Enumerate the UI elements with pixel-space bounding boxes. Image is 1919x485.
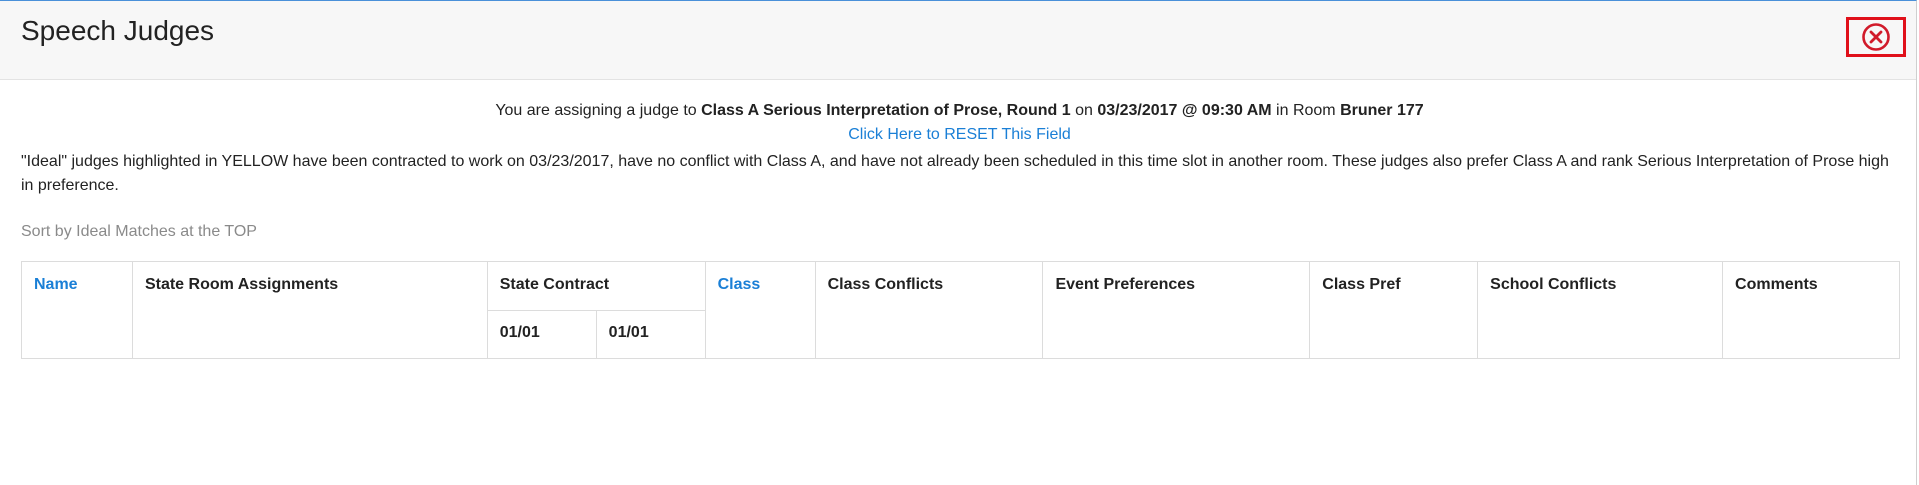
speech-judges-modal: Speech Judges You are assigning a judge … (0, 0, 1917, 485)
header-name[interactable]: Name (21, 261, 133, 359)
close-button[interactable] (1846, 17, 1906, 57)
header-state-room-assignments: State Room Assignments (131, 261, 488, 359)
header-state-contract: State Contract (486, 261, 706, 311)
header-class-conflicts: Class Conflicts (814, 261, 1044, 359)
close-circle-icon (1862, 23, 1890, 51)
assignment-info: You are assigning a judge to Class A Ser… (0, 102, 1919, 120)
assignment-on: on (1070, 102, 1098, 119)
table-header-row: Name State Room Assignments State Contra… (21, 261, 1900, 359)
modal-title: Speech Judges (21, 15, 215, 46)
assignment-room-label: in Room (1271, 102, 1341, 119)
header-event-preferences: Event Preferences (1042, 261, 1311, 359)
assignment-prefix: You are assigning a judge to (495, 102, 702, 119)
judges-table: Name State Room Assignments State Contra… (21, 261, 1900, 359)
header-contract-date: 01/01 (595, 310, 706, 359)
header-contract-date: 01/01 (486, 310, 597, 359)
header-class-pref: Class Pref (1309, 261, 1479, 359)
assignment-room: Bruner 177 (1340, 102, 1424, 119)
sort-ideal-link[interactable]: Sort by Ideal Matches at the TOP (21, 223, 257, 241)
modal-header: Speech Judges (0, 1, 1916, 80)
header-school-conflicts: School Conflicts (1477, 261, 1724, 359)
assignment-datetime: 03/23/2017 @ 09:30 AM (1097, 102, 1272, 119)
assignment-event: Class A Serious Interpretation of Prose,… (701, 102, 1071, 119)
reset-field-link[interactable]: Click Here to RESET This Field (0, 126, 1919, 144)
ideal-judges-note: "Ideal" judges highlighted in YELLOW hav… (21, 153, 1889, 194)
header-class[interactable]: Class (704, 261, 816, 359)
header-comments: Comments (1722, 261, 1900, 359)
